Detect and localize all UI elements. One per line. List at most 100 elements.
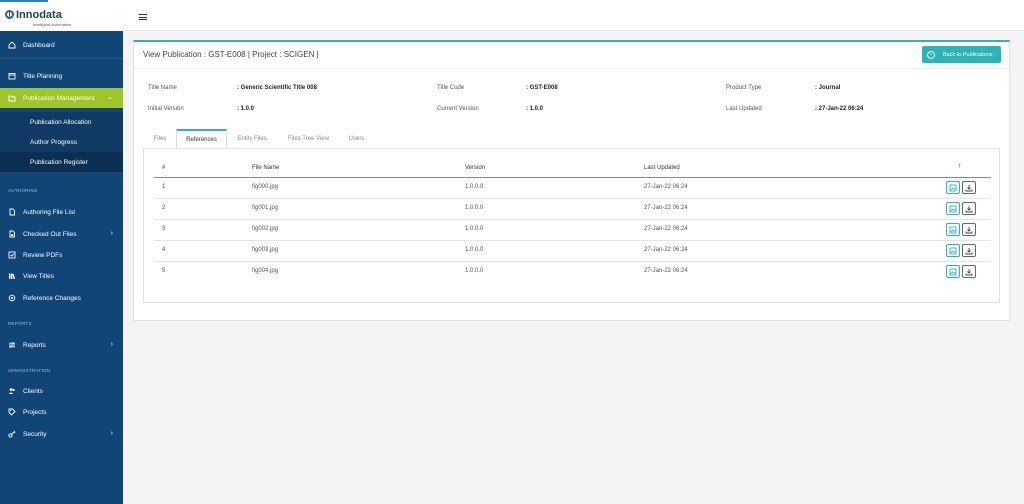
logo-topline [0, 0, 48, 2]
sidebar-item-reference-changes[interactable]: Reference Changes [0, 288, 123, 308]
hamburger-menu-icon[interactable] [139, 14, 147, 21]
table-row: 4 fig003.jpg 1.0.0.0 27-Jan-22 06:24 [154, 240, 991, 261]
sidebar-item-security[interactable]: Security › [0, 424, 123, 444]
section-reports: REPORTS [8, 321, 32, 326]
check-square-icon [8, 251, 16, 259]
sidebar-item-label: Projects [23, 408, 47, 416]
product-type-value: : Journal [815, 85, 841, 91]
file-lock-icon [8, 230, 16, 238]
download-icon [965, 205, 973, 212]
current-version-value: : 1.0.0 [526, 106, 544, 112]
preview-image-button[interactable] [946, 181, 960, 194]
column-header-last-updated[interactable]: Last Updated [644, 165, 680, 171]
sidebar-item-label: Dashboard [23, 41, 55, 49]
download-button[interactable] [962, 202, 976, 215]
image-icon [949, 247, 957, 254]
title-code-label: Title Code [437, 85, 465, 91]
row-number: 2 [162, 205, 166, 211]
row-last-updated: 27-Jan-22 06:24 [644, 226, 688, 232]
calendar-icon [8, 72, 16, 80]
sort-arrow-icon[interactable]: ↑ [958, 163, 962, 170]
sidebar-subitem-author-progress[interactable]: Author Progress [0, 132, 123, 152]
download-icon [965, 226, 973, 233]
sidebar-item-label: Clients [23, 387, 43, 395]
sidebar-item-label: Reports [23, 341, 46, 349]
preview-image-button[interactable] [946, 244, 960, 257]
title-code-value: : GST-E008 [526, 85, 558, 91]
table-row: 2 fig001.jpg 1.0.0.0 27-Jan-22 06:24 [154, 198, 991, 219]
sidebar-item-view-titles[interactable]: View Titles [0, 266, 123, 286]
image-icon [949, 205, 957, 212]
title-prefix: View Publication : [143, 50, 209, 59]
row-number: 1 [162, 184, 166, 190]
tab-users[interactable]: Users [341, 129, 372, 148]
download-icon [965, 268, 973, 275]
tab-entity-files[interactable]: Entity Files [229, 129, 275, 148]
sidebar-item-projects[interactable]: Projects [0, 402, 123, 422]
chevron-down-icon: ⌄ [107, 94, 113, 101]
sidebar-item-label: Checked Out Files [23, 230, 77, 238]
sidebar-item-checked-out-files[interactable]: Checked Out Files › [0, 224, 123, 244]
row-last-updated: 27-Jan-22 06:24 [644, 205, 688, 211]
preview-image-button[interactable] [946, 265, 960, 278]
row-file-name: fig003.jpg [252, 247, 279, 253]
row-version: 1.0.0.0 [465, 247, 484, 253]
sidebar-item-label: Authoring File List [23, 208, 76, 216]
brand-tagline: Intelligent Automation [33, 22, 72, 27]
sidebar-item-dashboard[interactable]: Dashboard [0, 35, 123, 55]
sidebar-subitem-label: Author Progress [30, 138, 77, 146]
image-icon [949, 268, 957, 275]
download-icon [965, 184, 973, 191]
image-icon [949, 226, 957, 233]
tab-references[interactable]: References [176, 129, 227, 148]
sidebar-subitem-publication-register[interactable]: Publication Register [0, 152, 123, 172]
last-updated-label: Last Updated [726, 106, 762, 112]
sidebar-item-publication-management[interactable]: Publication Management ⌄ [0, 88, 123, 108]
image-icon [949, 184, 957, 191]
sidebar-item-title-planning[interactable]: Title Planning [0, 66, 123, 86]
sidebar-item-review-pdfs[interactable]: Review PDFs [0, 245, 123, 265]
row-last-updated: 27-Jan-22 06:24 [644, 184, 688, 190]
row-version: 1.0.0.0 [465, 226, 484, 232]
download-button[interactable] [962, 265, 976, 278]
sidebar-item-clients[interactable]: Clients [0, 381, 123, 401]
home-icon [8, 41, 16, 49]
table-row: 1 fig000.jpg 1.0.0.0 27-Jan-22 06:24 [154, 177, 991, 198]
row-number: 4 [162, 247, 166, 253]
file-icon [8, 208, 16, 216]
column-header-number: # [162, 165, 166, 171]
sidebar-item-reports[interactable]: Reports › [0, 335, 123, 355]
title-suffix: | [314, 50, 319, 59]
row-version: 1.0.0.0 [465, 268, 484, 274]
tag-icon [8, 408, 16, 416]
column-header-version[interactable]: Version [465, 165, 485, 171]
tab-files-tree-view[interactable]: Files Tree View [279, 129, 338, 148]
row-file-name: fig001.jpg [252, 205, 279, 211]
sidebar-item-authoring-file-list[interactable]: Authoring File List [0, 202, 123, 222]
column-header-file-name[interactable]: File Name [252, 165, 279, 171]
preview-image-button[interactable] [946, 223, 960, 236]
title-code: GST-E008 [208, 50, 246, 59]
download-button[interactable] [962, 223, 976, 236]
download-button[interactable] [962, 181, 976, 194]
row-version: 1.0.0.0 [465, 184, 484, 190]
top-bar [123, 0, 1024, 31]
title-name-value: : Generic Scientific Title 008 [237, 85, 317, 91]
download-icon [965, 247, 973, 254]
chevron-right-icon: › [110, 230, 113, 237]
key-icon [8, 430, 16, 438]
sidebar-subitem-publication-allocation[interactable]: Publication Allocation [0, 112, 123, 132]
chevron-right-icon: › [110, 341, 113, 348]
title-project: SCIGEN [283, 50, 315, 59]
table-row: 5 fig004.jpg 1.0.0.0 27-Jan-22 06:24 [154, 261, 991, 282]
row-last-updated: 27-Jan-22 06:24 [644, 268, 688, 274]
sidebar-item-label: Title Planning [23, 72, 63, 80]
download-button[interactable] [962, 244, 976, 257]
page-title: View Publication : GST-E008 | Project : … [143, 50, 319, 59]
sidebar-item-label: Reference Changes [23, 294, 81, 302]
tab-files[interactable]: Files [145, 129, 175, 148]
preview-image-button[interactable] [946, 202, 960, 215]
row-number: 3 [162, 226, 166, 232]
exchange-icon [8, 294, 16, 302]
back-to-publications-button[interactable]: ‹ Back to Publications [922, 46, 1001, 63]
